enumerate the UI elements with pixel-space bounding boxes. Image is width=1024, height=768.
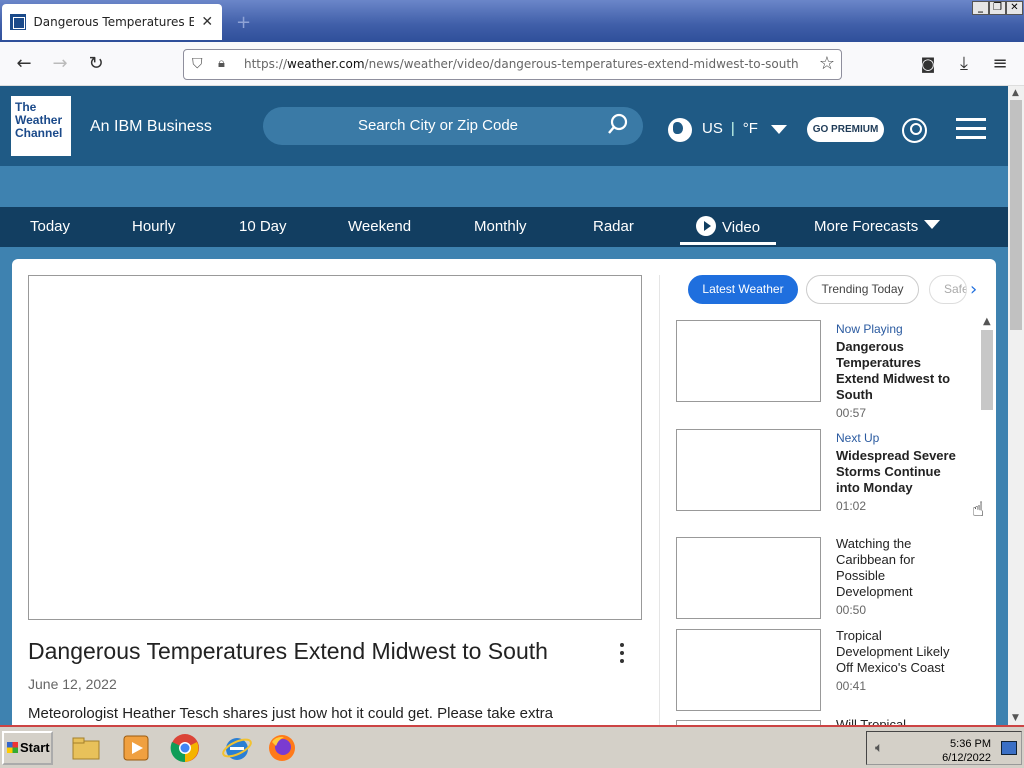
now-playing-label: Now Playing (836, 322, 903, 336)
tracking-shield-icon[interactable]: ⛉ (192, 56, 203, 72)
pocket-icon[interactable]: ◙ (916, 52, 940, 76)
play-icon (696, 216, 716, 236)
go-premium-button[interactable]: GO PREMIUM (807, 117, 884, 142)
playlist-item-duration: 00:57 (836, 406, 867, 420)
scroll-down-icon[interactable]: ▼ (1012, 713, 1019, 723)
nav-monthly[interactable]: Monthly (474, 218, 527, 235)
locale-unit-selector[interactable]: US | °F (702, 120, 758, 137)
nav-weekend[interactable]: Weekend (348, 218, 411, 235)
nav-10-day[interactable]: 10 Day (239, 218, 287, 235)
weather-channel-logo[interactable]: The Weather Channel (11, 96, 71, 156)
browser-tab-strip: Dangerous Temperatures Extend Mi ✕ + _ ❐… (0, 0, 1024, 42)
video-thumbnail[interactable] (676, 629, 821, 711)
nav-more-forecasts[interactable]: More Forecasts (814, 218, 941, 235)
system-tray: 🔈︎ 5:36 PM 6/12/2022 (866, 731, 1022, 765)
next-up-label: Next Up (836, 431, 880, 445)
column-divider (659, 275, 660, 725)
bookmark-star-icon[interactable]: ☆ (819, 53, 835, 74)
lock-icon[interactable]: 🔒︎ (218, 56, 225, 71)
os-taskbar: Start 🔈︎ 5:36 PM 6/12/2022 (0, 725, 1024, 768)
close-tab-icon[interactable]: ✕ (200, 14, 214, 30)
ibm-tagline: An IBM Business (90, 118, 212, 135)
nav-hourly[interactable]: Hourly (132, 218, 175, 235)
video-thumbnail[interactable] (676, 429, 821, 511)
main-nav: Today Hourly 10 Day Weekend Monthly Rada… (0, 207, 1008, 247)
video-description: Meteorologist Heather Tesch shares just … (28, 705, 554, 722)
playlist-item-title[interactable]: Tropical Development Likely Off Mexico's… (836, 628, 961, 676)
chevron-right-icon[interactable]: › (970, 279, 977, 300)
tab-latest-weather[interactable]: Latest Weather (688, 275, 798, 304)
more-options-icon[interactable] (620, 643, 628, 667)
video-thumbnail[interactable] (676, 537, 821, 619)
playlist-item-title[interactable]: Watching the Caribbean for Possible Deve… (836, 536, 961, 600)
system-clock[interactable]: 5:36 PM 6/12/2022 (942, 737, 991, 765)
video-title: Dangerous Temperatures Extend Midwest to… (28, 638, 548, 664)
header-ad-band (0, 166, 1008, 207)
search-icon[interactable] (607, 113, 629, 135)
hand-cursor-icon: ☝ (972, 497, 985, 521)
nav-video[interactable]: Video (680, 216, 777, 245)
video-player[interactable] (28, 275, 642, 620)
address-bar[interactable]: ⛉ 🔒︎ https://weather.com/news/weather/vi… (183, 49, 842, 80)
chevron-down-icon[interactable] (771, 125, 787, 134)
nav-radar[interactable]: Radar (593, 218, 634, 235)
playlist-item-title[interactable]: Widespread Severe Storms Continue into M… (836, 448, 961, 496)
reload-icon[interactable]: ↻ (84, 52, 108, 76)
browser-toolbar: ← → ↻ ⛉ 🔒︎ https://weather.com/news/weat… (0, 42, 1024, 86)
account-icon[interactable] (902, 118, 927, 143)
internet-explorer-icon[interactable] (221, 732, 253, 764)
media-player-icon[interactable] (120, 732, 152, 764)
chrome-icon[interactable] (169, 732, 201, 764)
restore-window-icon[interactable]: ❐ (989, 1, 1006, 15)
tab-title: Dangerous Temperatures Extend Mi (33, 15, 195, 29)
video-playlist: Now Playing Dangerous Temperatures Exten… (676, 316, 976, 725)
file-explorer-icon[interactable] (70, 732, 102, 764)
forward-arrow-icon[interactable]: → (48, 52, 72, 76)
tab-safety[interactable]: Safet (929, 275, 967, 304)
scroll-up-icon[interactable]: ▲ (983, 316, 991, 327)
globe-icon[interactable] (668, 118, 692, 142)
minimize-window-icon[interactable]: _ (972, 1, 989, 15)
menu-icon[interactable]: ≡ (988, 52, 1012, 76)
tab-trending-today[interactable]: Trending Today (806, 275, 919, 304)
video-thumbnail[interactable] (676, 320, 821, 402)
new-tab-button[interactable]: + (236, 12, 251, 33)
scrollbar-thumb[interactable] (981, 330, 993, 410)
back-arrow-icon[interactable]: ← (12, 52, 36, 76)
start-button[interactable]: Start (2, 731, 53, 765)
firefox-icon[interactable] (266, 732, 298, 764)
video-date: June 12, 2022 (28, 676, 117, 692)
playlist-item-title[interactable]: Dangerous Temperatures Extend Midwest to… (836, 339, 961, 403)
scrollbar-thumb[interactable] (1010, 100, 1022, 330)
weather-channel-favicon-icon (10, 14, 26, 30)
search-placeholder: Search City or Zip Code (357, 117, 519, 134)
page-scrollbar[interactable]: ▲ ▼ (1008, 86, 1024, 725)
speaker-icon[interactable]: 🔈︎ (875, 740, 883, 756)
playlist-item-duration: 01:02 (836, 499, 867, 513)
playlist-item-title[interactable]: Will Tropical (836, 717, 961, 725)
chevron-down-icon (924, 220, 941, 229)
url-text[interactable]: https://weather.com/news/weather/video/d… (244, 57, 799, 71)
nav-today[interactable]: Today (30, 218, 70, 235)
close-window-icon[interactable]: ✕ (1006, 1, 1023, 15)
scroll-up-icon[interactable]: ▲ (1012, 88, 1019, 98)
hamburger-menu-icon[interactable] (956, 118, 986, 140)
playlist-item-duration: 00:41 (836, 679, 867, 693)
location-search-input[interactable]: Search City or Zip Code (263, 107, 643, 145)
browser-tab[interactable]: Dangerous Temperatures Extend Mi ✕ (2, 4, 222, 40)
site-header: The Weather Channel An IBM Business Sear… (0, 86, 1008, 166)
url-domain: weather.com (287, 57, 365, 71)
show-desktop-icon[interactable] (1001, 741, 1017, 755)
downloads-icon[interactable]: ⤓ (952, 52, 976, 76)
playlist-item-duration: 00:50 (836, 603, 867, 617)
